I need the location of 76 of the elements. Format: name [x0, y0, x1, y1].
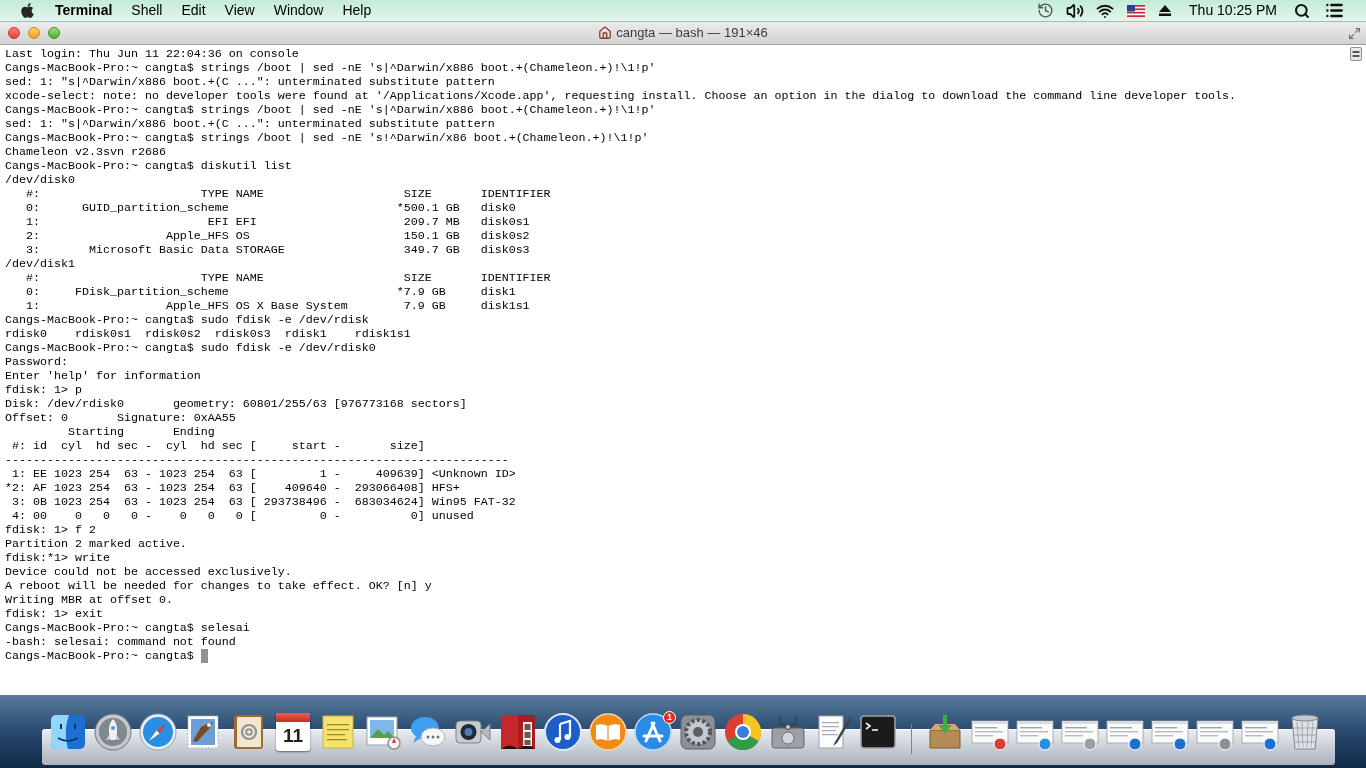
music-note-icon[interactable]: [543, 712, 583, 752]
eject-icon[interactable]: [1159, 5, 1172, 16]
terminal-line: xcode-select: note: no developer tools were found at '/Applications/Xcode.app', requesting install. Choose an option in the dialog to download the command line developer tools.: [5, 89, 1237, 103]
menu-item[interactable]: Shell: [131, 0, 163, 21]
terminal-icon[interactable]: [858, 712, 898, 752]
terminal-line: sed: 1: "s|^Darwin/x886 boot.+(C ...": unterminated substitute pattern: [5, 117, 495, 131]
terminal-line: 3: Microsoft Basic Data STORAGE 349.7 GB disk0s3: [25, 243, 530, 257]
terminal-line: -bash: selesai: command not found: [5, 635, 236, 649]
terminal-line: fdisk:*1> write: [5, 551, 110, 565]
speaker-icon[interactable]: [1066, 1, 1085, 20]
curtain-icon[interactable]: [498, 712, 538, 752]
terminal-line: Starting Ending: [66, 425, 215, 439]
terminal-line: Enter 'help' for information: [5, 369, 201, 383]
search-icon[interactable]: [1294, 2, 1310, 19]
fullscreen-icon[interactable]: [1348, 26, 1361, 40]
terminal-line: /dev/disk0: [5, 173, 75, 187]
tri-segment-circle-icon[interactable]: [723, 712, 763, 752]
terminal-line: Cangs-MacBook-Pro:~ cangta$ diskutil list: [5, 159, 292, 173]
window-title: cangta — bash — 191×46: [616, 24, 768, 43]
terminal-line: Chameleon v2.3svn r2686: [5, 145, 166, 159]
terminal-line: Cangs-MacBook-Pro:~ cangta$ strings /boot | sed -nE 's!^Darwin/x86 boot.+(Chameleon.+)!\1!p': [5, 131, 649, 145]
letter-a-icon[interactable]: [633, 712, 673, 752]
open-book-icon[interactable]: [588, 712, 628, 752]
terminal-line: #: TYPE NAME SIZE IDENTIFIER: [25, 187, 551, 201]
zoom-button[interactable]: [48, 27, 60, 39]
menu-item[interactable]: Window: [273, 0, 324, 21]
terminal-line: Cangs-MacBook-Pro:~ cangta$ sudo fdisk -e /dev/rdisk0: [5, 341, 376, 355]
flag-icon[interactable]: [1127, 4, 1146, 17]
terminal-line: Cangs-MacBook-Pro:~ cangta$ sudo fdisk -e /dev/rdisk: [5, 313, 369, 327]
terminal-line: ------------------------------------------------------------------------: [5, 453, 509, 467]
menu-item[interactable]: Help: [342, 0, 372, 21]
terminal-line: Cangs-MacBook-Pro:~ cangta$ strings /boot | sed -nE 's|^Darwin/x886 boot.+(Chameleon.+)!\1!p': [5, 61, 656, 75]
rocket-icon[interactable]: [93, 712, 133, 752]
apple-logo-icon[interactable]: [21, 2, 34, 19]
terminal-line: fdisk: 1> p: [5, 383, 82, 397]
terminal-line: 0: FDisk_partition_scheme *7.9 GB disk1: [25, 285, 516, 299]
terminal-line: 0: GUID_partition_scheme *500.1 GB disk0: [25, 201, 516, 215]
terminal-line: 2: Apple_HFS OS 150.1 GB disk0s2: [25, 229, 530, 243]
terminal-line: Partition 2 marked active.: [5, 537, 187, 551]
gear-icon[interactable]: [678, 712, 718, 752]
close-button[interactable]: [8, 27, 20, 39]
terminal-line: *2: AF 1023 254 63 - 1023 254 63 [ 409640 - 293066408] HFS+: [5, 481, 460, 495]
menu-item[interactable]: Edit: [181, 0, 206, 21]
split-pane-icon[interactable]: [1350, 47, 1362, 61]
notification-badge: 1: [663, 711, 676, 724]
menu-item[interactable]: View: [224, 0, 255, 21]
terminal-line: 4: 00 0 0 0 - 0 0 0 [ 0 - 0] unused: [11, 509, 474, 523]
calendar-icon[interactable]: 11: [276, 713, 310, 751]
terminal-line: Disk: /dev/rdisk0 geometry: 60801/255/63 [976773168 sectors]: [5, 397, 467, 411]
terminal-line: rdisk0 rdisk0s1 rdisk0s2 rdisk0s3 rdisk1 rdisk1s1: [5, 327, 411, 341]
terminal-line: Cangs-MacBook-Pro:~ cangta$ selesai: [5, 621, 250, 635]
terminal-line: #: TYPE NAME SIZE IDENTIFIER: [25, 271, 551, 285]
terminal-line: sed: 1: "s|^Darwin/x886 boot.+(C ...": unterminated substitute pattern: [5, 75, 495, 89]
terminal-line: 1: EFI EFI 209.7 MB disk0s1: [25, 215, 530, 229]
terminal-line: 1: Apple_HFS OS X Base System 7.9 GB disk1s1: [25, 299, 530, 313]
terminal-line: Writing MBR at offset 0.: [5, 593, 173, 607]
list-icon[interactable]: [1325, 1, 1344, 20]
home-icon: [598, 26, 613, 40]
terminal-line: 1: EE 1023 254 63 - 1023 254 63 [ 1 - 409639] <Unknown ID>: [11, 467, 516, 481]
terminal-line: A reboot will be needed for changes to take effect. OK? [n] y: [5, 579, 432, 593]
terminal-line: Offset: 0 Signature: 0xAA55: [5, 411, 236, 425]
terminal-line: Last login: Thu Jun 11 22:04:36 on console: [5, 47, 299, 61]
smiley-tile-icon[interactable]: [48, 712, 88, 752]
terminal-line: #: id cyl hd sec - cyl hd sec [ start - size]: [11, 439, 425, 453]
terminal-line: fdisk: 1> f 2: [5, 523, 96, 537]
terminal-line: fdisk: 1> exit: [5, 607, 103, 621]
terminal-line: Device could not be accessed exclusively.: [5, 565, 292, 579]
menu-item[interactable]: Terminal: [55, 0, 113, 21]
terminal-line: Cangs-MacBook-Pro:~ cangta$: [5, 649, 194, 663]
terminal-line: 3: 0B 1023 254 63 - 1023 254 63 [ 293738496 - 683034624] Win95 FAT-32: [11, 495, 516, 509]
terminal-line: Password:: [5, 355, 68, 369]
compass-icon[interactable]: [138, 712, 178, 752]
menu-clock[interactable]: Thu 10:25 PM: [1189, 0, 1277, 21]
terminal-line: /dev/disk1: [5, 257, 75, 271]
clock-arrow-icon[interactable]: [1037, 2, 1055, 19]
terminal-line: Cangs-MacBook-Pro:~ cangta$ strings /boot | sed -nE 's|^Darwin/x886 boot.+(Chameleon.+)!\1!p': [5, 103, 656, 117]
